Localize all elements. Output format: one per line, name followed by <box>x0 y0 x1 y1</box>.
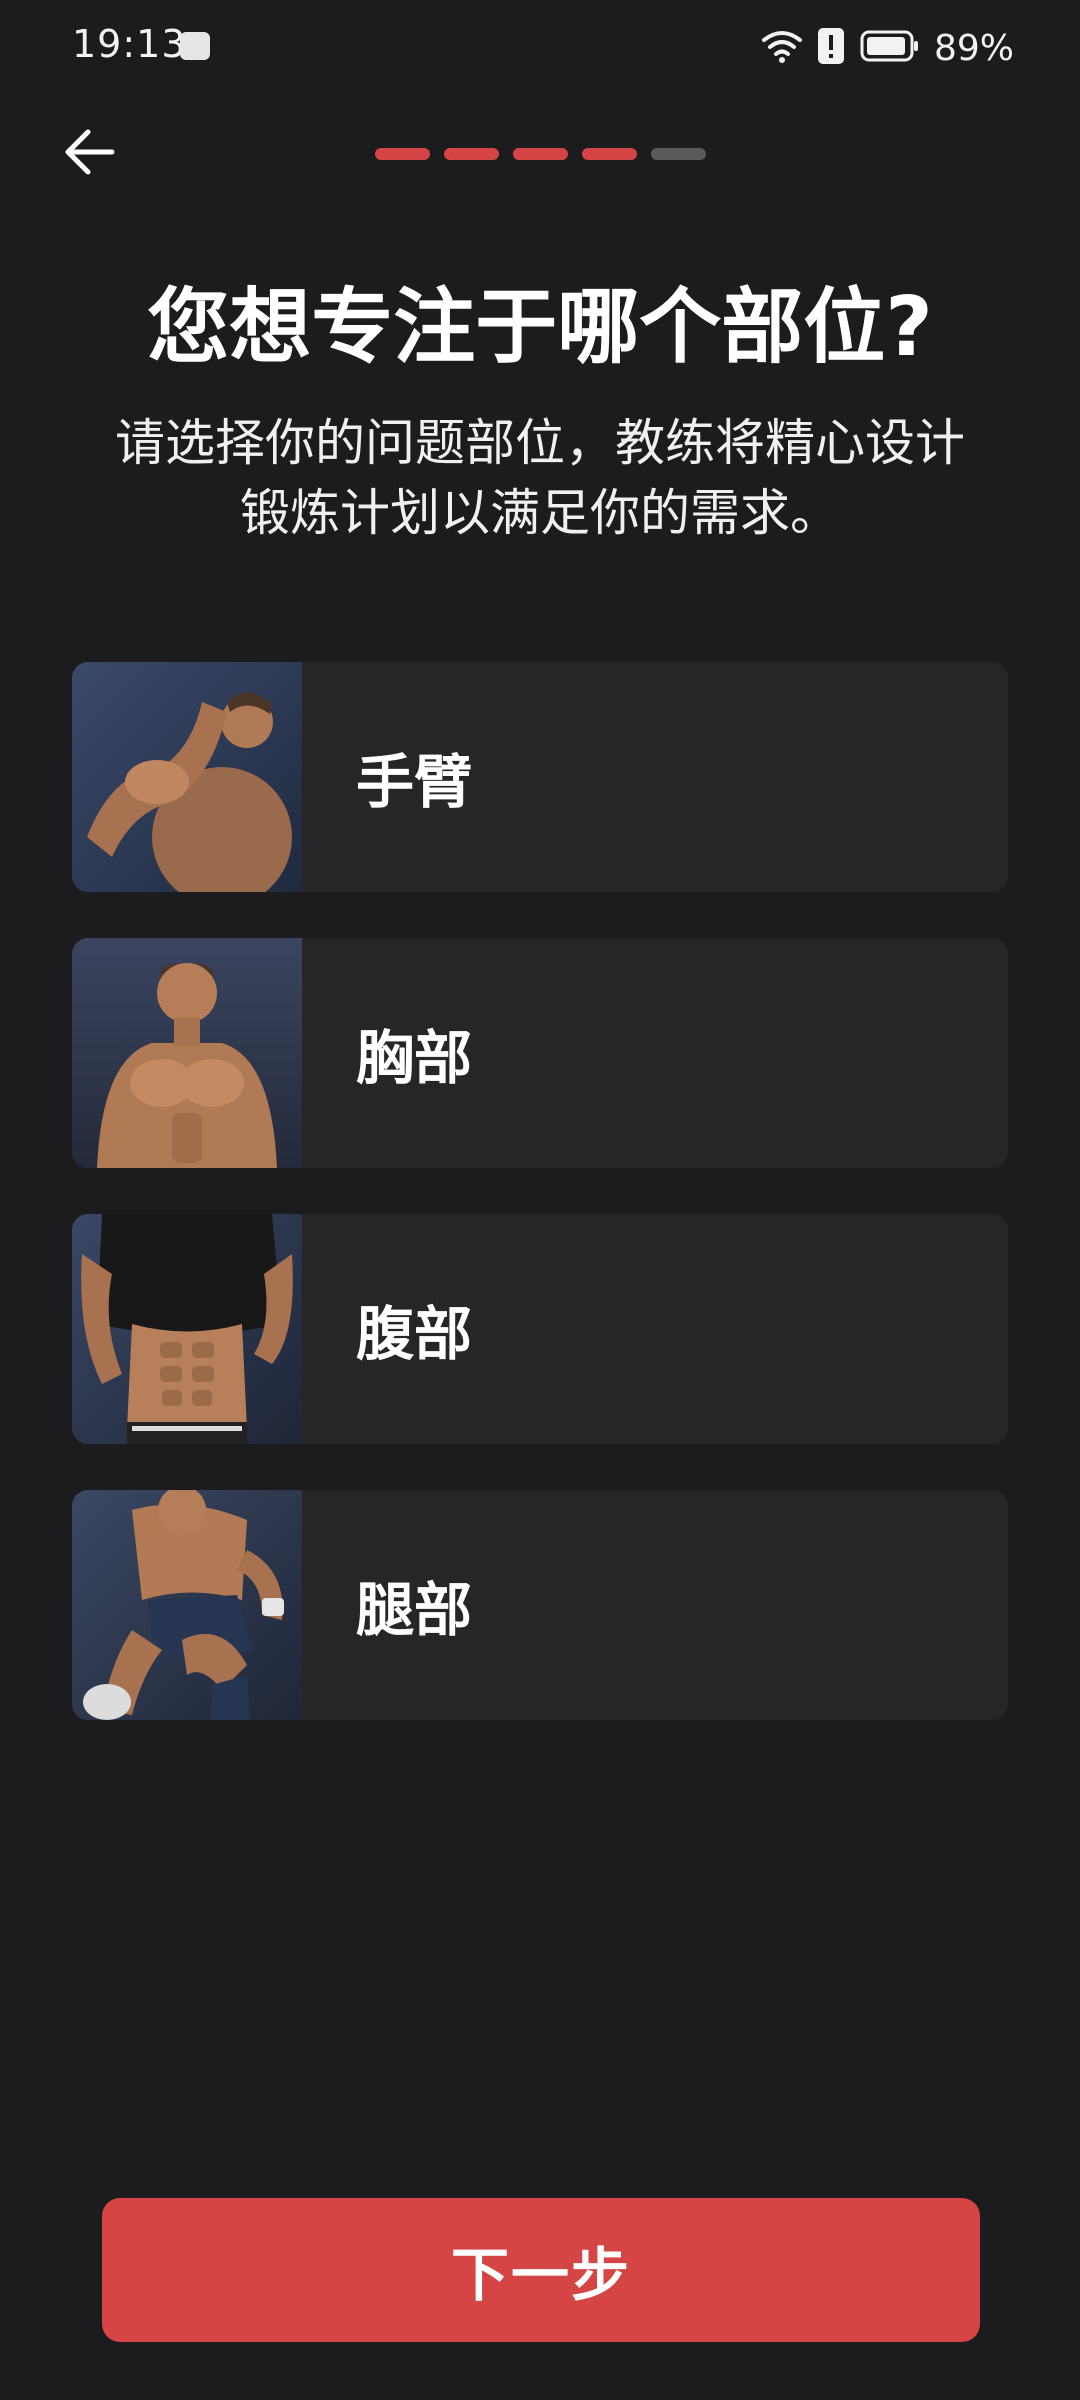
option-label: 手臂 <box>356 748 473 816</box>
battery-icon <box>860 29 920 67</box>
alert-icon <box>816 26 846 70</box>
page-title: 您想专注于哪个部位? <box>147 280 933 375</box>
step-progress <box>375 148 706 160</box>
battery-percentage: 89% <box>933 27 1014 69</box>
wifi-icon <box>761 28 802 68</box>
arms-photo <box>72 662 302 892</box>
arrow-left-icon <box>62 127 118 181</box>
option-chest[interactable]: 胸部 <box>72 938 1008 1168</box>
chest-photo <box>72 938 302 1168</box>
progress-segment <box>513 148 568 160</box>
progress-segment <box>444 148 499 160</box>
subtitle-line-1: 请选择你的问题部位，教练将精心设计 <box>115 414 965 472</box>
option-abs[interactable]: 腹部 <box>72 1214 1008 1444</box>
legs-photo <box>72 1490 302 1720</box>
option-label: 胸部 <box>356 1024 473 1092</box>
huawei-app-icon <box>180 32 210 60</box>
option-label: 腹部 <box>356 1300 473 1368</box>
status-icons: 89% <box>761 22 1014 74</box>
status-bar: 19:13 89% <box>0 0 1080 96</box>
status-time: 19:13 <box>72 22 187 66</box>
next-button[interactable]: 下一步 <box>102 2198 980 2342</box>
option-label: 腿部 <box>356 1576 473 1644</box>
subtitle-line-2: 锻炼计划以满足你的需求。 <box>240 484 840 542</box>
option-legs[interactable]: 腿部 <box>72 1490 1008 1720</box>
page-subtitle: 请选择你的问题部位，教练将精心设计 锻炼计划以满足你的需求。 <box>80 408 1000 548</box>
back-button[interactable] <box>58 122 122 186</box>
progress-segment <box>375 148 430 160</box>
option-arms[interactable]: 手臂 <box>72 662 1008 892</box>
abs-photo <box>72 1214 302 1444</box>
progress-segment <box>651 148 706 160</box>
progress-segment <box>582 148 637 160</box>
